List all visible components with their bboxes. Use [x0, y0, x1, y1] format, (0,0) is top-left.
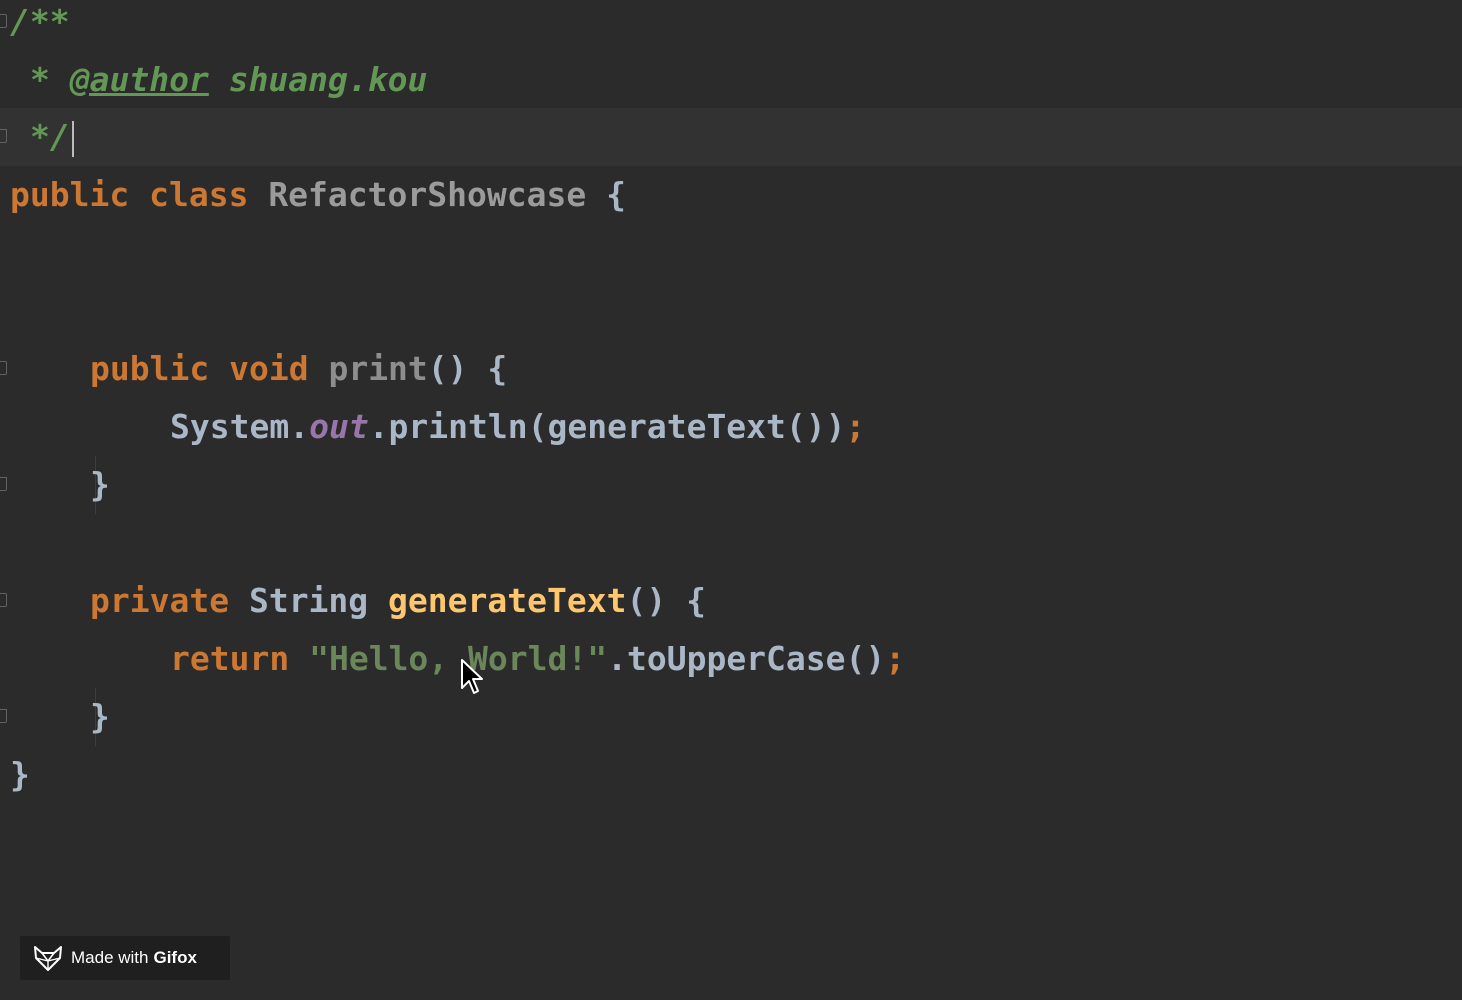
code-line[interactable]: /**	[0, 0, 1462, 51]
keyword-return: return	[170, 639, 290, 678]
doc-comment-open: /**	[10, 2, 70, 41]
fold-marker-icon[interactable]	[0, 477, 7, 491]
fold-marker-icon[interactable]	[0, 593, 7, 607]
code-line[interactable]: return "Hello, World!".toUpperCase();	[0, 630, 1462, 746]
code-line-current[interactable]: */	[0, 108, 1462, 166]
semicolon: ;	[885, 639, 906, 678]
code-line[interactable]: public void print() {	[0, 340, 1462, 398]
fold-marker-icon[interactable]	[0, 709, 7, 723]
field-out: out	[309, 407, 369, 446]
open-brace: {	[586, 175, 626, 214]
close-brace: }	[90, 697, 110, 736]
watermark-prefix: Made with	[71, 948, 149, 967]
mouse-pointer-icon	[461, 659, 483, 694]
doc-author-tag: @author	[69, 60, 209, 99]
fox-icon	[34, 946, 62, 971]
text-caret	[71, 120, 74, 157]
code-line[interactable]: public class RefactorShowcase {	[0, 166, 1462, 224]
system-ref: System.	[170, 407, 310, 446]
touppercase-call: .toUpperCase()	[607, 639, 886, 678]
string-literal: "Hello, World!"	[309, 639, 608, 678]
code-line[interactable]: System.out.println(generateText());	[0, 398, 1462, 514]
code-line[interactable]: }	[0, 688, 1462, 746]
semicolon: ;	[845, 407, 866, 446]
keyword-private: private	[90, 581, 230, 620]
gifox-watermark: Made with Gifox	[20, 936, 230, 980]
class-name: RefactorShowcase	[268, 175, 587, 214]
fold-marker-icon[interactable]	[0, 361, 7, 375]
keyword-public: public	[10, 175, 130, 214]
code-editor[interactable]: /** * @author shuang.kou */ public class…	[0, 0, 1462, 1000]
watermark-brand: Gifox	[153, 948, 197, 967]
code-line[interactable]: private String generateText() {	[0, 572, 1462, 630]
code-line[interactable]: * @author shuang.kou	[0, 51, 1462, 109]
keyword-public: public	[90, 349, 210, 388]
fold-marker-icon[interactable]	[0, 14, 7, 28]
method-name-print: print	[328, 349, 428, 388]
class-close-brace: }	[10, 755, 30, 794]
code-line[interactable]: }	[0, 456, 1462, 514]
code-line[interactable]: }	[0, 746, 1462, 804]
close-brace: }	[90, 465, 110, 504]
doc-comment-close: */	[30, 117, 70, 156]
type-string: String	[248, 581, 369, 620]
method-params: () {	[626, 581, 706, 620]
fold-marker-icon[interactable]	[0, 129, 7, 143]
method-name-generatetext: generateText	[388, 581, 627, 620]
keyword-class: class	[149, 175, 249, 214]
doc-author-name: shuang.kou	[208, 60, 428, 99]
method-params: () {	[427, 349, 508, 388]
doc-comment-star: *	[30, 60, 70, 99]
keyword-void: void	[229, 349, 309, 388]
println-call: .println(generateText())	[368, 407, 846, 446]
